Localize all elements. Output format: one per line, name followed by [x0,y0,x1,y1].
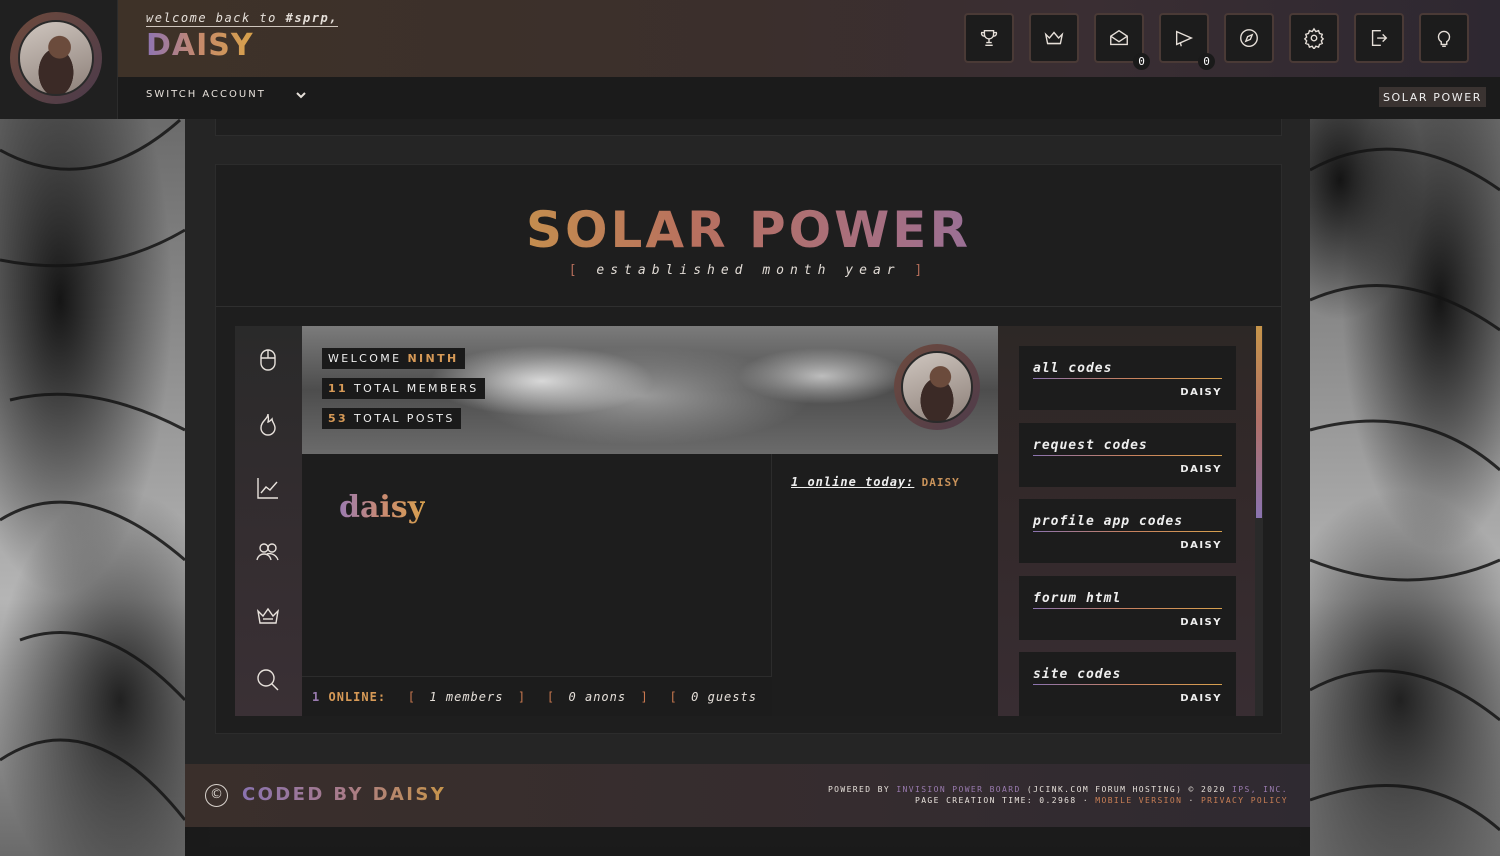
username[interactable]: DAISY [146,28,254,63]
flame-icon [260,413,276,436]
logout-button[interactable] [1354,13,1404,63]
mouse-button[interactable] [255,347,281,373]
crown-icon [1044,31,1064,45]
header-banner-image: WELCOME NINTH 11 TOTAL MEMBERS 53 TOTAL … [302,326,998,454]
jcink-link[interactable]: (JCINK.COM FORUM HOSTING) [1027,785,1182,794]
featured-avatar[interactable] [894,344,980,430]
established-tagline: [ established month year ] [568,263,929,278]
staff-button[interactable] [255,603,281,629]
welcome-newest-member[interactable]: WELCOME NINTH [322,348,465,369]
top-sliver [215,119,1282,136]
scrollbar-thumb[interactable] [1256,326,1262,518]
site-title: SOLAR POWER [216,201,1281,259]
flame-button[interactable] [255,411,281,437]
code-card-title[interactable]: forum html [1033,591,1222,609]
code-card-author[interactable]: DAISY [1180,693,1222,704]
explore-button[interactable] [1224,13,1274,63]
powered-by-text: POWERED BY INVISION POWER BOARD (JCINK.C… [827,785,1288,805]
user-avatar-column [0,0,118,119]
copyright-icon: © [205,784,228,807]
members-button[interactable] [255,539,281,565]
notifications-count-badge: 0 [1198,53,1215,70]
mouse-icon [260,349,276,371]
lightbulb-icon [1437,30,1451,47]
settings-button[interactable] [1289,13,1339,63]
crown-button[interactable] [1029,13,1079,63]
icon-sidebar [235,326,302,716]
lightbulb-button[interactable] [1419,13,1469,63]
code-list-scrollbar[interactable] [1255,326,1263,716]
online-guests: 0 guests [691,690,757,704]
chart-icon [257,478,278,499]
featured-member-name[interactable]: daisy [339,490,425,525]
messages-button[interactable]: 0 [1094,13,1150,70]
code-card[interactable]: request codes DAISY [1019,423,1236,487]
crown-icon [256,607,280,624]
trophy-button[interactable] [964,13,1014,63]
top-bar: welcome back to #sprp, DAISY 0 0 SWITCH … [0,0,1500,119]
code-card[interactable]: site codes DAISY [1019,652,1236,716]
board-container: SOLAR POWER [ established month year ] W… [215,164,1282,734]
code-card[interactable]: forum html DAISY [1019,576,1236,640]
footer: © CODED BY DAISY POWERED BY INVISION POW… [185,764,1310,827]
code-card-author[interactable]: DAISY [1180,464,1222,475]
coded-by-credit[interactable]: CODED BY DAISY [242,784,446,805]
mobile-version-link[interactable]: MOBILE VERSION [1095,796,1182,805]
search-icon [257,669,279,691]
trophy-icon [980,29,998,47]
megaphone-icon [1175,30,1194,47]
user-avatar[interactable] [10,12,102,104]
online-anons: 0 anons [568,690,627,704]
online-members: 1 members [429,690,504,704]
logout-icon [1371,29,1388,47]
code-card-title[interactable]: all codes [1033,361,1222,379]
compass-icon [1240,29,1258,47]
code-card[interactable]: all codes DAISY [1019,346,1236,410]
ipb-link[interactable]: INVISION POWER BOARD [896,785,1020,794]
mail-icon [1110,29,1128,46]
divider [216,306,1281,307]
privacy-policy-link[interactable]: PRIVACY POLICY [1201,796,1288,805]
notifications-button[interactable]: 0 [1159,13,1215,70]
chart-button[interactable] [255,475,281,501]
switch-account-dropdown[interactable]: SWITCH ACCOUNT [146,89,266,100]
gear-icon [1303,27,1325,49]
header-strip: welcome back to #sprp, DAISY 0 0 [118,0,1500,77]
index-panel: WELCOME NINTH 11 TOTAL MEMBERS 53 TOTAL … [235,326,1263,716]
code-card-title[interactable]: profile app codes [1033,514,1222,532]
search-button[interactable] [255,667,281,693]
code-card-author[interactable]: DAISY [1180,540,1222,551]
total-members-stat: 11 TOTAL MEMBERS [322,378,485,399]
online-today: 1 online today: DAISY [791,475,960,489]
code-card[interactable]: profile app codes DAISY [1019,499,1236,563]
code-card-author[interactable]: DAISY [1180,617,1222,628]
online-today-user[interactable]: DAISY [922,476,960,489]
welcome-text: welcome back to #sprp, [146,11,338,27]
total-posts-stat: 53 TOTAL POSTS [322,408,461,429]
online-today-panel: 1 online today: DAISY [772,454,998,716]
users-icon [256,543,279,561]
code-card-author[interactable]: DAISY [1180,387,1222,398]
messages-count-badge: 0 [1133,53,1150,70]
online-users-strip: 1 ONLINE: [ 1 members ] [ 0 anons ] [ 0 … [302,676,779,716]
code-card-title[interactable]: request codes [1033,438,1222,456]
ips-link[interactable]: IPS, INC. [1232,785,1288,794]
code-links-panel: all codes DAISY request codes DAISY prof… [998,326,1263,716]
code-card-title[interactable]: site codes [1033,667,1222,685]
site-name-tag[interactable]: SOLAR POWER [1378,87,1486,107]
chevron-down-icon[interactable] [294,88,308,102]
main-wrapper: SOLAR POWER [ established month year ] W… [185,119,1310,827]
